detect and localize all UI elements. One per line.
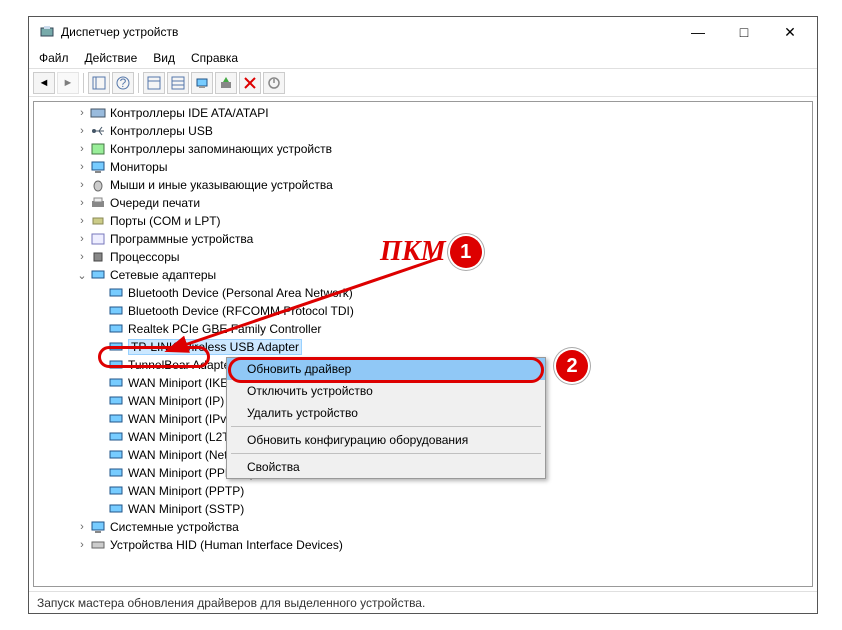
adapter-icon: [108, 466, 124, 480]
menu-help[interactable]: Справка: [185, 49, 244, 67]
adapter-icon: [108, 484, 124, 498]
context-menu: Обновить драйвер Отключить устройство Уд…: [226, 357, 546, 479]
adapter-icon: [108, 286, 124, 300]
tree-cat-usb[interactable]: ›Контроллеры USB: [34, 122, 812, 140]
menu-view[interactable]: Вид: [147, 49, 181, 67]
network-icon: [90, 268, 106, 282]
ctx-properties[interactable]: Свойства: [227, 456, 545, 478]
storage-icon: [90, 142, 106, 156]
monitor-icon: [90, 160, 106, 174]
ctx-separator: [231, 453, 541, 454]
mouse-icon: [90, 178, 106, 192]
ctx-disable-device[interactable]: Отключить устройство: [227, 380, 545, 402]
adapter-icon: [108, 448, 124, 462]
annotation-step2: 2: [556, 350, 588, 382]
tree-cat-ide[interactable]: ›Контроллеры IDE ATA/ATAPI: [34, 104, 812, 122]
annotation-rmb: ПКМ 1: [380, 236, 482, 268]
adapter-item[interactable]: Bluetooth Device (Personal Area Network): [34, 284, 812, 302]
tb-help-icon[interactable]: ?: [112, 72, 134, 94]
adapter-item[interactable]: Realtek PCIe GBE Family Controller: [34, 320, 812, 338]
menu-file[interactable]: Файл: [33, 49, 75, 67]
cpu-icon: [90, 250, 106, 264]
adapter-icon: [108, 304, 124, 318]
minimize-button[interactable]: —: [675, 17, 721, 47]
adapter-item-selected[interactable]: TP-LINK Wireless USB Adapter: [34, 338, 812, 356]
usb-icon: [90, 124, 106, 138]
device-manager-window: Диспетчер устройств — □ ✕ Файл Действие …: [28, 16, 818, 614]
hid-icon: [90, 538, 106, 552]
tb-disable-icon[interactable]: [263, 72, 285, 94]
tree-cat-ports[interactable]: ›Порты (COM и LPT): [34, 212, 812, 230]
adapter-item[interactable]: Bluetooth Device (RFCOMM Protocol TDI): [34, 302, 812, 320]
tree-cat-sysdev[interactable]: ›Системные устройства: [34, 518, 812, 536]
tb-view3-icon[interactable]: [167, 72, 189, 94]
titlebar[interactable]: Диспетчер устройств — □ ✕: [29, 17, 817, 47]
software-icon: [90, 232, 106, 246]
tb-delete-icon[interactable]: [239, 72, 261, 94]
status-text: Запуск мастера обновления драйверов для …: [37, 596, 425, 610]
tb-update-icon[interactable]: [191, 72, 213, 94]
back-button[interactable]: ◄: [33, 72, 55, 94]
menu-action[interactable]: Действие: [79, 49, 144, 67]
adapter-item[interactable]: WAN Miniport (PPTP): [34, 482, 812, 500]
port-icon: [90, 214, 106, 228]
adapter-item[interactable]: WAN Miniport (SSTP): [34, 500, 812, 518]
system-icon: [90, 520, 106, 534]
ctx-delete-device[interactable]: Удалить устройство: [227, 402, 545, 424]
maximize-button[interactable]: □: [721, 17, 767, 47]
tree-cat-network[interactable]: ⌄Сетевые адаптеры: [34, 266, 812, 284]
toolbar: ◄ ► ?: [29, 69, 817, 97]
svg-text:?: ?: [120, 76, 127, 90]
tree-cat-mice[interactable]: ›Мыши и иные указывающие устройства: [34, 176, 812, 194]
tb-view-icon[interactable]: [88, 72, 110, 94]
device-tree[interactable]: ›Контроллеры IDE ATA/ATAPI ›Контроллеры …: [33, 101, 813, 587]
ctx-update-driver[interactable]: Обновить драйвер: [227, 358, 545, 380]
adapter-icon: [108, 358, 124, 372]
window-title: Диспетчер устройств: [61, 25, 675, 39]
printer-icon: [90, 196, 106, 210]
menubar: Файл Действие Вид Справка: [29, 47, 817, 69]
ctx-separator: [231, 426, 541, 427]
app-icon: [39, 24, 55, 40]
adapter-icon: [108, 340, 124, 354]
ide-icon: [90, 106, 106, 120]
ctx-scan-hardware[interactable]: Обновить конфигурацию оборудования: [227, 429, 545, 451]
forward-button[interactable]: ►: [57, 72, 79, 94]
adapter-icon: [108, 376, 124, 390]
adapter-icon: [108, 394, 124, 408]
adapter-icon: [108, 322, 124, 336]
adapter-icon: [108, 430, 124, 444]
tree-cat-monitors[interactable]: ›Мониторы: [34, 158, 812, 176]
tree-cat-printq[interactable]: ›Очереди печати: [34, 194, 812, 212]
tb-install-icon[interactable]: [215, 72, 237, 94]
tree-cat-storage[interactable]: ›Контроллеры запоминающих устройств: [34, 140, 812, 158]
close-button[interactable]: ✕: [767, 17, 813, 47]
statusbar: Запуск мастера обновления драйверов для …: [29, 591, 817, 613]
tree-cat-hid[interactable]: ›Устройства HID (Human Interface Devices…: [34, 536, 812, 554]
tb-view2-icon[interactable]: [143, 72, 165, 94]
adapter-icon: [108, 502, 124, 516]
adapter-icon: [108, 412, 124, 426]
